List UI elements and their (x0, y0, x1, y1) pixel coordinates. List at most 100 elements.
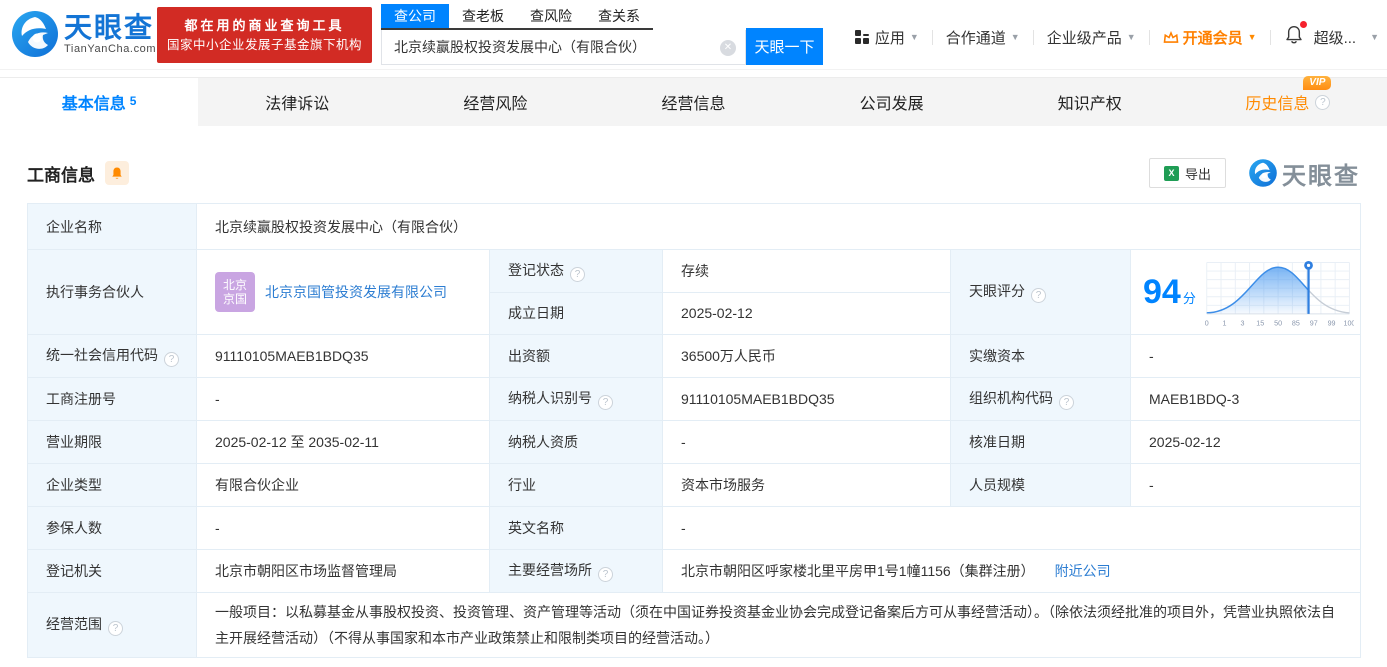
promo-banner-line2: 国家中小企业发展子基金旗下机构 (166, 38, 362, 52)
search-area: 查公司 查老板 查风险 查关系 ✕ 天眼一下 (381, 4, 823, 65)
partner-avatar-text: 北京京国 (222, 278, 247, 306)
chevron-down-icon: ▼ (909, 32, 919, 42)
help-icon[interactable] (598, 395, 613, 410)
reg-status-value: 存续 (662, 249, 951, 293)
site-logo[interactable]: 天眼查 TianYanCha.com (10, 9, 156, 59)
english-name-value: - (661, 506, 1362, 550)
search-tab-boss[interactable]: 查老板 (449, 4, 517, 28)
help-icon[interactable] (1031, 288, 1046, 303)
menu-open-vip[interactable]: 开通会员 ▼ (1163, 27, 1257, 48)
help-icon[interactable] (108, 621, 123, 636)
top-menu: 应用 ▼ 合作通道 ▼ 企业级产品 ▼ 开通会员 ▼ 超级... ▼ (854, 21, 1379, 50)
menu-account-label: 超级... (1313, 29, 1357, 47)
score-value: 94 分 0 1 3 15 50 85 97 99 10 (1129, 249, 1362, 335)
menu-divider (1148, 29, 1150, 45)
help-icon[interactable] (1059, 395, 1074, 410)
menu-enterprise-label: 企业级产品 (1046, 29, 1122, 47)
tianyancha-swirl-icon (1249, 159, 1277, 187)
export-button-label: 导出 (1184, 166, 1211, 182)
chevron-down-icon: ▼ (1010, 32, 1020, 42)
table-row: 参保人数 - 英文名称 - (27, 506, 1362, 550)
table-row: 经营范围 一般项目：以私募基金从事股权投资、投资管理、资产管理等活动（须在中国证… (27, 592, 1362, 658)
score-label: 天眼评分 (950, 249, 1131, 335)
search-tab-risk[interactable]: 查风险 (517, 4, 585, 28)
svg-text:99: 99 (1327, 319, 1335, 327)
business-address-label: 主要经营场所 (489, 549, 663, 593)
org-code-label-text: 组织机构代码 (969, 390, 1053, 406)
business-scope-label: 经营范围 (27, 592, 197, 658)
search-tab-company[interactable]: 查公司 (381, 4, 449, 28)
nearby-companies-link[interactable]: 附近公司 (1055, 563, 1111, 579)
menu-apps-label: 应用 (874, 29, 905, 47)
partner-value: 北京京国 北京京国管投资发展有限公司 (196, 249, 490, 335)
header: 天眼查 TianYanCha.com 都在用的商业查询工具 国家中小企业发展子基… (0, 0, 1387, 70)
menu-enterprise[interactable]: 企业级产品 ▼ (1047, 27, 1136, 48)
notification-bell-icon[interactable] (1284, 21, 1307, 50)
section-title: 工商信息 (27, 165, 95, 185)
table-row: 工商注册号 - 纳税人识别号 91110105MAEB1BDQ35 组织机构代码… (27, 377, 1362, 421)
chevron-down-icon: ▼ (1247, 32, 1257, 42)
business-address-text: 北京市朝阳区呼家楼北里平房甲1号1幢1156（集群注册） (681, 563, 1035, 579)
reg-number-label: 工商注册号 (27, 377, 197, 421)
paid-capital-label: 实缴资本 (950, 334, 1131, 378)
business-address-value: 北京市朝阳区呼家楼北里平房甲1号1幢1156（集群注册） 附近公司 (661, 549, 1362, 593)
tab-company-development[interactable]: 公司发展 (793, 78, 991, 126)
svg-text:85: 85 (1292, 319, 1300, 327)
tianyancha-swirl-icon (12, 11, 58, 57)
score-number: 94 (1143, 273, 1181, 311)
score-unit: 分 (1182, 290, 1196, 306)
partner-company-link[interactable]: 北京京国管投资发展有限公司 (265, 282, 447, 302)
business-scope-label-text: 经营范围 (46, 616, 102, 632)
paid-capital-value: - (1129, 334, 1362, 378)
help-icon[interactable] (570, 266, 585, 282)
menu-divider (1032, 29, 1034, 45)
search-tab-relation[interactable]: 查关系 (585, 4, 653, 28)
excel-icon: X (1163, 165, 1179, 181)
tab-intellectual-property-label: 知识产权 (1057, 96, 1122, 113)
company-name-label: 企业名称 (27, 203, 197, 250)
business-address-label-text: 主要经营场所 (508, 562, 592, 578)
svg-text:100: 100 (1343, 319, 1354, 327)
help-icon[interactable] (1315, 94, 1331, 110)
tab-legal-proceedings[interactable]: 法律诉讼 (198, 78, 396, 126)
company-name-value: 北京续赢股权投资发展中心（有限合伙） (195, 203, 1362, 250)
taxpayer-quality-label: 纳税人资质 (489, 420, 663, 464)
partner-avatar[interactable]: 北京京国 (215, 272, 255, 312)
staff-size-label: 人员规模 (950, 463, 1131, 507)
site-logo-name: 天眼查 (64, 12, 155, 43)
tab-legal-proceedings-label: 法律诉讼 (265, 96, 330, 113)
org-code-value: MAEB1BDQ-3 (1129, 377, 1362, 421)
menu-account[interactable]: 超级... ▼ (1314, 27, 1379, 48)
tab-basic-info[interactable]: 基本信息 5 (0, 78, 199, 126)
search-button[interactable]: 天眼一下 (746, 28, 823, 65)
promo-banner: 都在用的商业查询工具 国家中小企业发展子基金旗下机构 (157, 7, 372, 63)
business-term-label: 营业期限 (27, 420, 197, 464)
menu-divider (931, 29, 933, 45)
tab-operation-info[interactable]: 经营信息 (594, 78, 792, 126)
menu-cooperation[interactable]: 合作通道 ▼ (946, 27, 1020, 48)
establish-date-label: 成立日期 (489, 291, 663, 335)
taxpayer-id-label-text: 纳税人识别号 (508, 390, 592, 406)
search-input[interactable] (381, 30, 746, 65)
reg-status-label-text: 登记状态 (508, 261, 564, 278)
partner-label: 执行事务合伙人 (27, 249, 197, 335)
table-row: 企业名称 北京续赢股权投资发展中心（有限合伙） (27, 203, 1362, 250)
svg-text:1: 1 (1222, 319, 1226, 327)
svg-text:97: 97 (1310, 319, 1318, 327)
reg-authority-label: 登记机关 (27, 549, 197, 593)
credit-code-label: 统一社会信用代码 (27, 334, 197, 378)
tab-intellectual-property[interactable]: 知识产权 (991, 78, 1189, 126)
english-name-label: 英文名称 (489, 506, 663, 550)
reg-number-value: - (196, 377, 490, 421)
tab-operation-risk[interactable]: 经营风险 (396, 78, 594, 126)
svg-text:0: 0 (1205, 319, 1209, 327)
export-button[interactable]: X 导出 (1148, 158, 1226, 188)
help-icon[interactable] (164, 352, 179, 367)
clear-search-icon[interactable]: ✕ (720, 40, 736, 56)
menu-apps[interactable]: 应用 ▼ (854, 27, 919, 48)
insured-count-value: - (196, 506, 490, 550)
tab-history-info[interactable]: 历史信息 VIP (1189, 76, 1387, 126)
staff-size-value: - (1129, 463, 1362, 507)
help-icon[interactable] (598, 567, 613, 582)
monitor-bell-icon[interactable] (105, 161, 129, 185)
